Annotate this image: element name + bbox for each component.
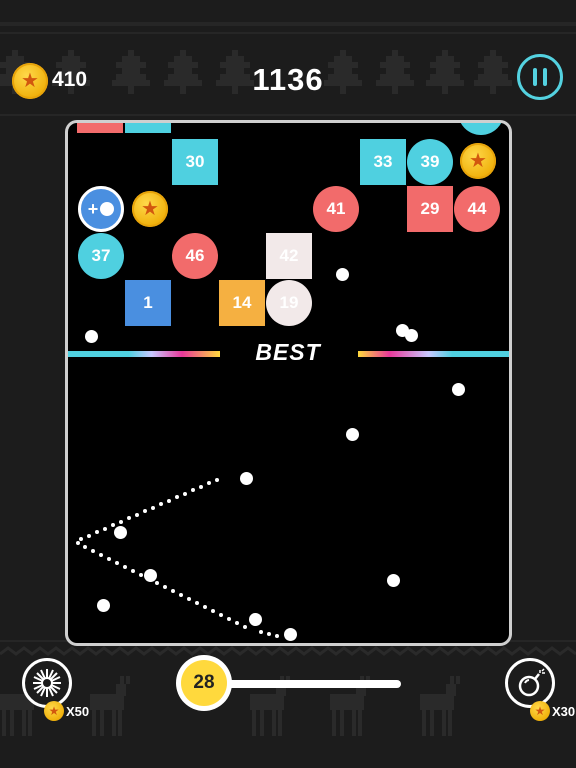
star-icon: ★ xyxy=(534,704,546,718)
top-bar: ★ 410 1136 xyxy=(0,0,576,118)
level-number: 28 xyxy=(181,660,227,706)
aim-trajectory xyxy=(76,478,279,638)
bomb-icon xyxy=(518,668,545,697)
coin-icon: ★ xyxy=(44,701,64,721)
burst-powerup-button[interactable] xyxy=(22,658,72,708)
powerup-right-cost: X30 xyxy=(552,704,576,719)
burst-icon xyxy=(33,669,61,697)
bomb-powerup-button[interactable] xyxy=(505,658,555,708)
pause-icon-bar-left xyxy=(533,68,537,86)
game-board[interactable]: 30 33 39 ★ + ★ 41 29 44 37 46 42 1 14 19 xyxy=(65,120,512,646)
powerup-left-cost: X50 xyxy=(66,704,90,719)
level-badge: 28 xyxy=(176,655,232,711)
score: 1136 xyxy=(252,62,324,97)
pause-button[interactable] xyxy=(517,54,563,100)
coin-icon: ★ xyxy=(530,701,550,721)
pause-icon-bar-right xyxy=(543,68,547,86)
star-icon: ★ xyxy=(48,704,60,718)
